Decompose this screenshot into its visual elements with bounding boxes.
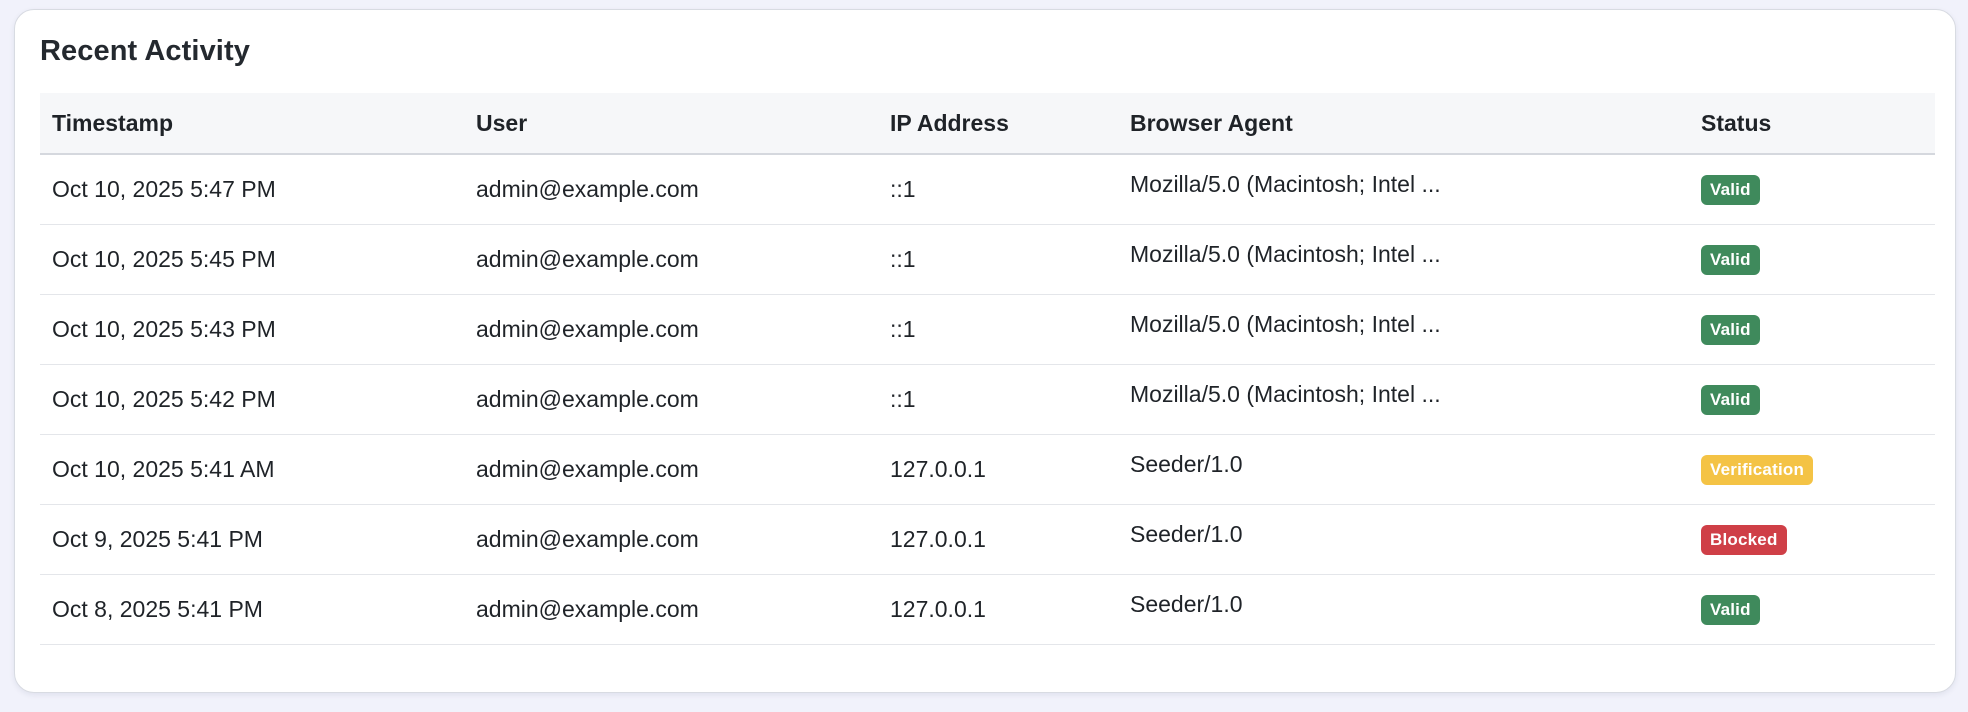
cell-ip-address: 127.0.0.1 xyxy=(878,434,1118,505)
cell-user: admin@example.com xyxy=(464,504,878,575)
cell-user: admin@example.com xyxy=(464,154,878,225)
cell-ip-address: ::1 xyxy=(878,224,1118,295)
status-badge: Valid xyxy=(1701,594,1760,625)
cell-user: admin@example.com xyxy=(464,364,878,435)
cell-browser-agent: Seeder/1.0 xyxy=(1118,504,1689,575)
status-badge: Valid xyxy=(1701,174,1760,205)
column-header-ip-address: IP Address xyxy=(878,93,1118,155)
table-body: Oct 10, 2025 5:47 PM admin@example.com :… xyxy=(40,154,1935,645)
cell-status: Valid xyxy=(1689,224,1935,295)
cell-timestamp: Oct 10, 2025 5:41 AM xyxy=(40,434,464,505)
cell-ip-address: ::1 xyxy=(878,364,1118,435)
table-row: Oct 10, 2025 5:45 PM admin@example.com :… xyxy=(40,224,1935,295)
cell-browser-agent: Seeder/1.0 xyxy=(1118,574,1689,645)
cell-user: admin@example.com xyxy=(464,294,878,365)
cell-timestamp: Oct 9, 2025 5:41 PM xyxy=(40,504,464,575)
cell-ip-address: ::1 xyxy=(878,154,1118,225)
table-row: Oct 8, 2025 5:41 PM admin@example.com 12… xyxy=(40,574,1935,645)
cell-timestamp: Oct 8, 2025 5:41 PM xyxy=(40,574,464,645)
status-badge: Valid xyxy=(1701,314,1760,345)
header-row: Timestamp User IP Address Browser Agent … xyxy=(40,93,1935,155)
recent-activity-card: Recent Activity Timestamp User IP Addres… xyxy=(14,9,1956,693)
cell-browser-agent: Seeder/1.0 xyxy=(1118,434,1689,505)
column-header-browser-agent: Browser Agent xyxy=(1118,93,1689,155)
cell-ip-address: 127.0.0.1 xyxy=(878,574,1118,645)
cell-user: admin@example.com xyxy=(464,224,878,295)
table-row: Oct 10, 2025 5:47 PM admin@example.com :… xyxy=(40,154,1935,225)
cell-browser-agent: Mozilla/5.0 (Macintosh; Intel ... xyxy=(1118,224,1689,295)
cell-ip-address: 127.0.0.1 xyxy=(878,504,1118,575)
status-badge: Valid xyxy=(1701,384,1760,415)
column-header-status: Status xyxy=(1689,93,1935,155)
cell-timestamp: Oct 10, 2025 5:43 PM xyxy=(40,294,464,365)
cell-user: admin@example.com xyxy=(464,434,878,505)
cell-timestamp: Oct 10, 2025 5:47 PM xyxy=(40,154,464,225)
cell-browser-agent: Mozilla/5.0 (Macintosh; Intel ... xyxy=(1118,154,1689,225)
column-header-timestamp: Timestamp xyxy=(40,93,464,155)
table-row: Oct 10, 2025 5:43 PM admin@example.com :… xyxy=(40,294,1935,365)
table-row: Oct 9, 2025 5:41 PM admin@example.com 12… xyxy=(40,504,1935,575)
cell-status: Valid xyxy=(1689,294,1935,365)
activity-table: Timestamp User IP Address Browser Agent … xyxy=(40,93,1935,645)
cell-browser-agent: Mozilla/5.0 (Macintosh; Intel ... xyxy=(1118,364,1689,435)
cell-status: Valid xyxy=(1689,364,1935,435)
cell-user: admin@example.com xyxy=(464,574,878,645)
cell-timestamp: Oct 10, 2025 5:45 PM xyxy=(40,224,464,295)
cell-timestamp: Oct 10, 2025 5:42 PM xyxy=(40,364,464,435)
table-row: Oct 10, 2025 5:41 AM admin@example.com 1… xyxy=(40,434,1935,505)
status-badge: Valid xyxy=(1701,244,1760,275)
table-row: Oct 10, 2025 5:42 PM admin@example.com :… xyxy=(40,364,1935,435)
card-title: Recent Activity xyxy=(40,35,250,67)
status-badge: Blocked xyxy=(1701,524,1787,555)
table-header: Timestamp User IP Address Browser Agent … xyxy=(40,93,1935,155)
cell-status: Valid xyxy=(1689,154,1935,225)
status-badge: Verification xyxy=(1701,454,1814,485)
cell-browser-agent: Mozilla/5.0 (Macintosh; Intel ... xyxy=(1118,294,1689,365)
cell-status: Verification xyxy=(1689,434,1935,505)
cell-status: Blocked xyxy=(1689,504,1935,575)
cell-status: Valid xyxy=(1689,574,1935,645)
column-header-user: User xyxy=(464,93,878,155)
cell-ip-address: ::1 xyxy=(878,294,1118,365)
